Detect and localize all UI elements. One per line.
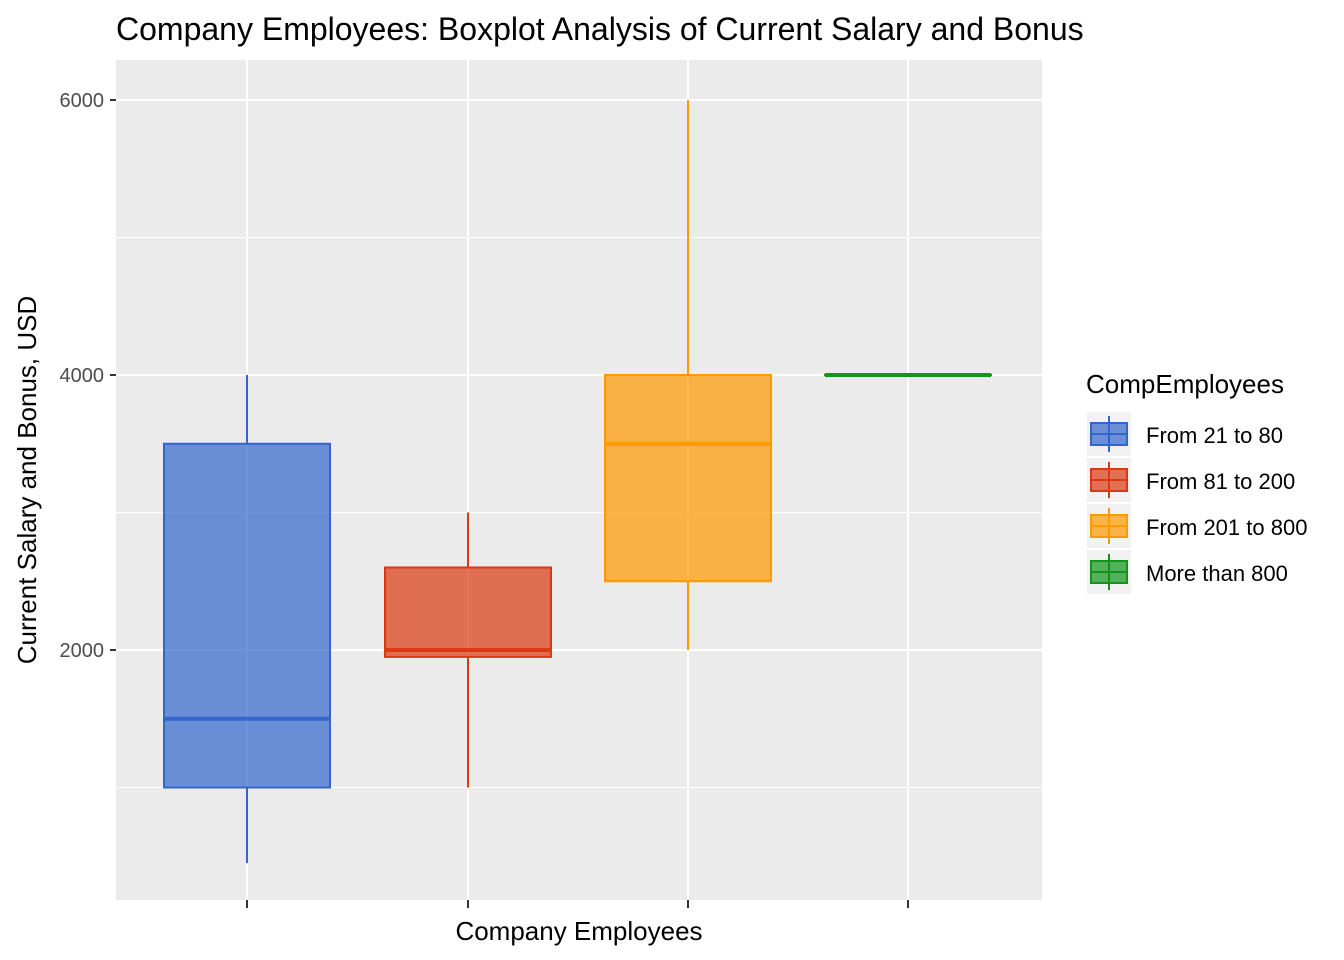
box-iqr	[384, 566, 552, 658]
y-tick-label: 4000	[60, 365, 105, 387]
legend: CompEmployees From 21 to 80 From 81 to 20…	[1086, 369, 1307, 594]
legend-item: More than 800	[1087, 550, 1288, 594]
y-axis-title: Current Salary and Bonus, USD	[12, 296, 42, 665]
box-iqr	[163, 442, 331, 789]
y-tick-label: 2000	[60, 640, 105, 662]
chart-title: Company Employees: Boxplot Analysis of C…	[116, 11, 1084, 47]
legend-item: From 81 to 200	[1087, 458, 1295, 502]
legend-label: More than 800	[1146, 561, 1288, 586]
legend-title: CompEmployees	[1086, 369, 1284, 399]
y-axis: 2000 4000 6000	[60, 90, 116, 662]
legend-item: From 21 to 80	[1087, 412, 1283, 456]
legend-label: From 21 to 80	[1146, 423, 1283, 448]
box-iqr	[604, 374, 772, 583]
legend-item: From 201 to 800	[1087, 504, 1307, 548]
x-axis-title: Company Employees	[455, 916, 702, 946]
y-tick-label: 6000	[60, 90, 105, 112]
legend-label: From 201 to 800	[1146, 515, 1307, 540]
x-axis	[246, 900, 909, 908]
legend-label: From 81 to 200	[1146, 469, 1295, 494]
boxplot-chart: Company Employees: Boxplot Analysis of C…	[12, 11, 1307, 946]
